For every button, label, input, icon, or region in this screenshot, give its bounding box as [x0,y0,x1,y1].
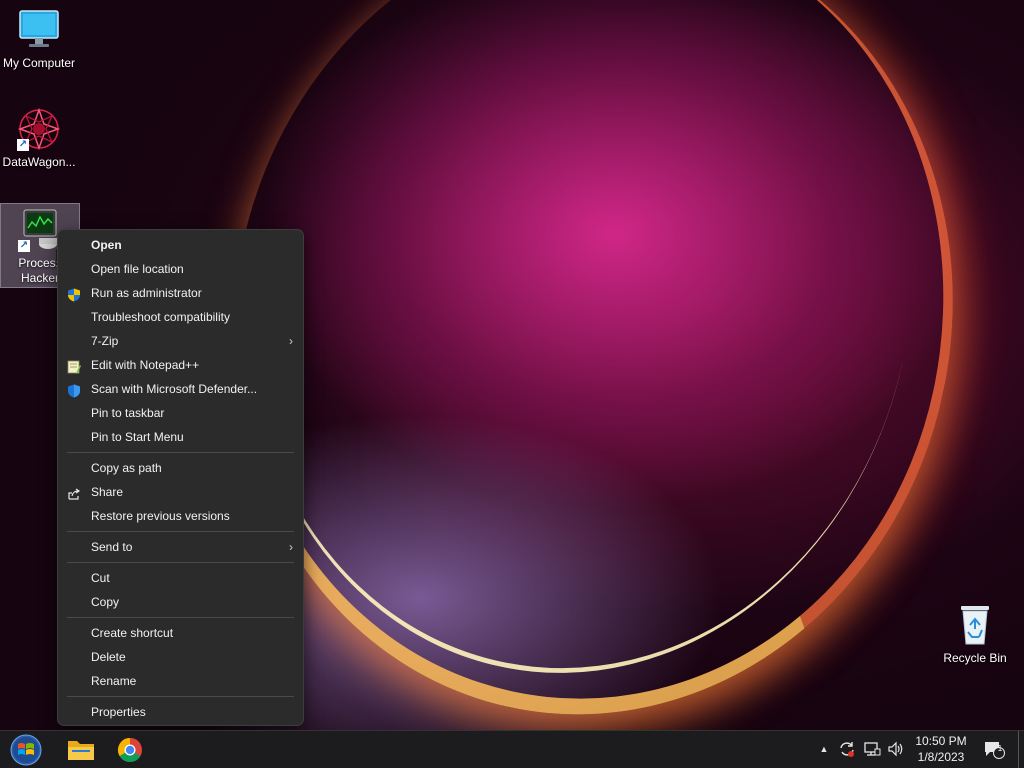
menu-item-restore-previous-versions[interactable]: Restore previous versions [58,504,303,528]
notification-count-badge: 1 [997,744,1003,753]
taskbar-chrome-button[interactable] [110,733,150,767]
taskbar-clock[interactable]: 10:50 PM 1/8/2023 [908,733,974,765]
desktop-icon-label: Recycle Bin [943,651,1007,665]
menu-item-label: Properties [91,705,146,719]
menu-item-label: Create shortcut [91,626,174,640]
windows-orb-icon [10,734,42,766]
menu-item-label: Open [91,238,122,252]
menu-item-copy-as-path[interactable]: Copy as path [58,456,303,480]
context-menu: Open Open file location Run as administr… [57,229,304,726]
menu-item-open-file-location[interactable]: Open file location [58,257,303,281]
desktop: My Computer ↗ DataWagon... ↗ Process Hac… [0,0,1024,730]
menu-separator [67,617,294,618]
share-icon [67,485,81,500]
show-desktop-button[interactable] [1018,731,1024,768]
menu-item-cut[interactable]: Cut [58,566,303,590]
desktop-icon-datawagon[interactable]: ↗ DataWagon... [0,107,78,170]
menu-item-label: Edit with Notepad++ [91,358,200,372]
menu-item-properties[interactable]: Properties [58,700,303,724]
menu-separator [67,562,294,563]
uac-shield-icon [67,286,81,302]
recycle-bin-icon [953,603,997,647]
shortcut-arrow-icon: ↗ [17,139,29,151]
chevron-right-icon: › [289,540,293,554]
desktop-icon-my-computer[interactable]: My Computer [0,8,78,71]
menu-item-rename[interactable]: Rename [58,669,303,693]
menu-item-label: Restore previous versions [91,509,230,523]
menu-item-label: Copy [91,595,120,609]
sync-icon[interactable] [838,740,856,758]
menu-item-pin-to-start-menu[interactable]: Pin to Start Menu [58,425,303,449]
menu-item-label: Delete [91,650,126,664]
shortcut-arrow-icon: ↗ [18,240,30,252]
menu-item-pin-to-taskbar[interactable]: Pin to taskbar [58,401,303,425]
desktop-icon-recycle-bin[interactable]: Recycle Bin [936,603,1014,666]
clock-time: 10:50 PM [915,734,967,748]
notepad-plus-plus-icon [67,358,81,374]
process-hacker-icon: ↗ [18,208,62,252]
clock-date: 1/8/2023 [917,750,965,764]
menu-separator [67,452,294,453]
taskbar: ▲ 10:50 PM 1/8/2023 1 [0,730,1024,768]
menu-item-label: Pin to taskbar [91,406,165,420]
menu-item-label: Rename [91,674,137,688]
menu-item-label: Scan with Microsoft Defender... [91,382,258,396]
network-icon[interactable] [863,740,881,758]
menu-item-label: Pin to Start Menu [91,430,184,444]
folder-icon [68,741,94,760]
menu-item-copy[interactable]: Copy [58,590,303,614]
menu-item-label: Send to [91,540,133,554]
menu-item-label: Share [91,485,124,499]
chevron-right-icon: › [289,334,293,348]
menu-item-troubleshoot-compatibility[interactable]: Troubleshoot compatibility [58,305,303,329]
menu-separator [67,696,294,697]
monitor-icon [17,8,61,52]
volume-icon[interactable] [887,740,905,758]
menu-separator [67,531,294,532]
chrome-icon [117,738,142,763]
menu-item-label: 7-Zip [91,334,119,348]
menu-item-scan-with-defender[interactable]: Scan with Microsoft Defender... [58,377,303,401]
menu-item-label: Cut [91,571,110,585]
desktop-icon-label: My Computer [2,56,76,70]
taskbar-file-explorer-button[interactable] [61,733,101,767]
tray-overflow-chevron-icon[interactable]: ▲ [815,740,833,758]
menu-item-run-as-administrator[interactable]: Run as administrator [58,281,303,305]
menu-item-label: Copy as path [91,461,162,475]
desktop-icon-label: DataWagon... [2,155,76,169]
menu-item-send-to[interactable]: Send to › [58,535,303,559]
notification-center-button[interactable]: 1 [983,740,1005,759]
menu-item-share[interactable]: Share [58,480,303,504]
menu-item-label: Run as administrator [91,286,202,300]
menu-item-delete[interactable]: Delete [58,645,303,669]
menu-item-label: Open file location [91,262,184,276]
menu-item-edit-with-notepadpp[interactable]: Edit with Notepad++ [58,353,303,377]
menu-item-create-shortcut[interactable]: Create shortcut [58,621,303,645]
start-button[interactable] [6,733,46,767]
menu-item-open[interactable]: Open [58,233,303,257]
datawagon-icon: ↗ [17,107,61,151]
menu-item-label: Troubleshoot compatibility [91,310,230,324]
menu-item-7zip[interactable]: 7-Zip › [58,329,303,353]
defender-shield-icon [67,382,81,398]
